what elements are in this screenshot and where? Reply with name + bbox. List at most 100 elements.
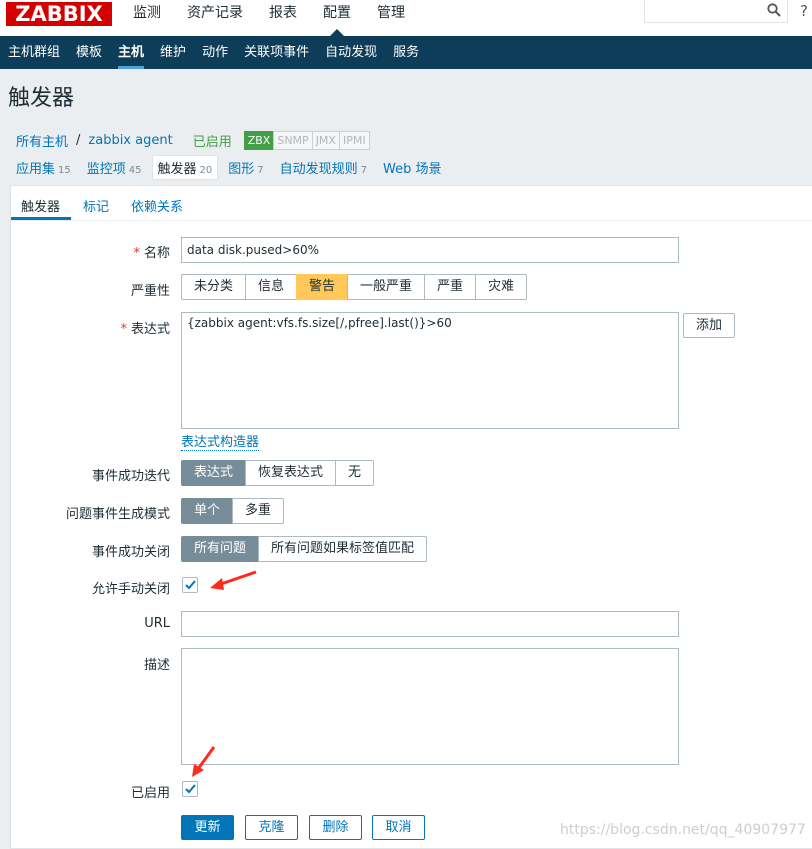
severity-average[interactable]: 一般严重 [347, 274, 426, 300]
watermark: https://blog.csdn.net/qq_40907977 [560, 822, 806, 838]
global-search [644, 0, 788, 23]
expression-textarea[interactable]: {zabbix agent:vfs.fs.size[/,pfree].last(… [181, 312, 679, 429]
tab-count: 15 [58, 164, 71, 176]
menu-reports[interactable]: 报表 [256, 0, 310, 36]
tab-label: Web 场景 [383, 161, 442, 177]
submenu-host-groups[interactable]: 主机群组 [0, 36, 68, 69]
breadcrumb: 所有主机 / zabbix agent 已启用 ZBX SNMP JMX IPM… [16, 130, 370, 150]
delete-button[interactable]: 删除 [309, 815, 362, 840]
severity-not-classified[interactable]: 未分类 [181, 274, 247, 300]
tab-count: 7 [360, 164, 368, 176]
url-input[interactable] [181, 611, 679, 637]
search-input[interactable] [645, 0, 769, 22]
tab-label: 应用集 [16, 161, 56, 177]
manual-close-checkbox[interactable] [182, 577, 198, 593]
availability-badges: ZBX SNMP JMX IPMI [243, 130, 370, 150]
expression-label: * 表达式 [120, 318, 170, 337]
tab-graphs[interactable]: 图形 7 [228, 158, 263, 177]
ok-event-recovery-expression[interactable]: 恢复表达式 [245, 460, 337, 486]
annotation-arrow-icon [192, 746, 216, 777]
problem-mode-multiple[interactable]: 多重 [232, 498, 285, 524]
help-icon[interactable]: ? [800, 2, 812, 20]
severity-selector: 未分类 信息 警告 一般严重 严重 灾难 [181, 274, 528, 300]
description-textarea[interactable] [181, 648, 679, 765]
form-tab-dependencies[interactable]: 依赖关系 [131, 196, 183, 215]
snmp-badge: SNMP [273, 130, 313, 150]
tab-count: 7 [257, 164, 264, 176]
sub-menu: 主机群组 模板 主机 维护 动作 关联项事件 自动发现 服务 [0, 36, 812, 69]
ok-close-tag-match[interactable]: 所有问题如果标签值匹配 [258, 536, 428, 562]
tab-applications[interactable]: 应用集 15 [16, 158, 71, 177]
expression-builder-link[interactable]: 表达式构造器 [181, 431, 260, 451]
main-menu: 监测 资产记录 报表 配置 管理 [120, 0, 418, 36]
problem-mode-single[interactable]: 单个 [181, 498, 234, 524]
severity-disaster[interactable]: 灾难 [475, 274, 528, 300]
checkmark-icon [185, 784, 196, 794]
severity-warning[interactable]: 警告 [296, 274, 349, 300]
submenu-hosts[interactable]: 主机 [110, 36, 152, 69]
enabled-label: 已启用 [130, 786, 170, 801]
ipmi-badge: IPMI [338, 130, 370, 150]
form-tab-trigger[interactable]: 触发器 [21, 196, 60, 215]
page-title: 触发器 [8, 86, 75, 111]
checkmark-icon [185, 580, 196, 590]
clone-button[interactable]: 克隆 [245, 815, 298, 840]
tab-triggers[interactable]: 触发器 20 [151, 154, 219, 180]
enabled-checkbox[interactable] [182, 781, 198, 797]
ok-event-none[interactable]: 无 [335, 460, 375, 486]
menu-inventory[interactable]: 资产记录 [174, 0, 256, 36]
tab-items[interactable]: 监控项 45 [87, 158, 142, 177]
ok-event-expression[interactable]: 表达式 [181, 460, 247, 486]
submenu-maintenance[interactable]: 维护 [152, 36, 194, 69]
manual-close-label: 允许手动关闭 [91, 582, 170, 597]
submenu-discovery[interactable]: 自动发现 [317, 36, 385, 69]
tab-count: 45 [128, 164, 142, 176]
tab-label: 触发器 [157, 161, 197, 177]
host-status[interactable]: 已启用 [193, 131, 232, 150]
ok-event-closes-label: 事件成功关闭 [91, 545, 170, 560]
submenu-templates[interactable]: 模板 [68, 36, 110, 69]
zabbix-logo[interactable]: ZABBIX [6, 2, 112, 26]
required-marker: * [120, 322, 127, 337]
ok-close-all-problems[interactable]: 所有问题 [181, 536, 260, 562]
required-marker: * [133, 246, 140, 261]
ok-event-generation-label: 事件成功迭代 [91, 469, 170, 484]
severity-information[interactable]: 信息 [245, 274, 298, 300]
all-hosts-link[interactable]: 所有主机 [16, 131, 68, 150]
name-label: * 名称 [133, 242, 170, 261]
breadcrumb-separator: / [76, 132, 81, 148]
ok-event-closes-selector: 所有问题 所有问题如果标签值匹配 [181, 536, 428, 562]
host-item-tabs: 应用集 15 监控项 45 触发器 20 图形 7 自动发现规则 7 Web 场景 [0, 154, 442, 180]
url-label: URL [144, 616, 170, 631]
tab-web-scenarios[interactable]: Web 场景 [383, 158, 441, 177]
active-tab-indicator [11, 217, 71, 220]
submenu-correlation[interactable]: 关联项事件 [236, 36, 317, 69]
tab-label: 监控项 [86, 161, 126, 177]
cancel-button[interactable]: 取消 [372, 815, 425, 840]
annotation-arrow-icon [210, 570, 257, 590]
description-label: 描述 [143, 658, 170, 673]
update-button[interactable]: 更新 [181, 815, 234, 840]
problem-mode-selector: 单个 多重 [181, 498, 285, 524]
tab-discovery-rules[interactable]: 自动发现规则 7 [280, 158, 367, 177]
menu-configuration[interactable]: 配置 [310, 0, 364, 36]
tab-label: 自动发现规则 [279, 161, 358, 177]
tab-label: 图形 [228, 161, 255, 177]
form-tab-tags[interactable]: 标记 [83, 196, 109, 215]
host-link[interactable]: zabbix agent [88, 133, 172, 148]
severity-high[interactable]: 严重 [424, 274, 477, 300]
expression-label-text: 表达式 [130, 322, 170, 337]
zbx-badge: ZBX [243, 130, 275, 150]
severity-label: 严重性 [130, 284, 170, 299]
tab-count: 20 [199, 164, 213, 176]
submenu-actions[interactable]: 动作 [194, 36, 236, 69]
name-label-text: 名称 [143, 246, 170, 261]
add-expression-button[interactable]: 添加 [683, 313, 735, 338]
menu-monitoring[interactable]: 监测 [120, 0, 174, 36]
search-icon[interactable] [767, 3, 781, 17]
submenu-services[interactable]: 服务 [385, 36, 427, 69]
menu-administration[interactable]: 管理 [364, 0, 418, 36]
form-tabs: 触发器 标记 依赖关系 [11, 186, 812, 221]
name-input[interactable] [181, 237, 679, 263]
ok-event-generation-selector: 表达式 恢复表达式 无 [181, 460, 375, 486]
